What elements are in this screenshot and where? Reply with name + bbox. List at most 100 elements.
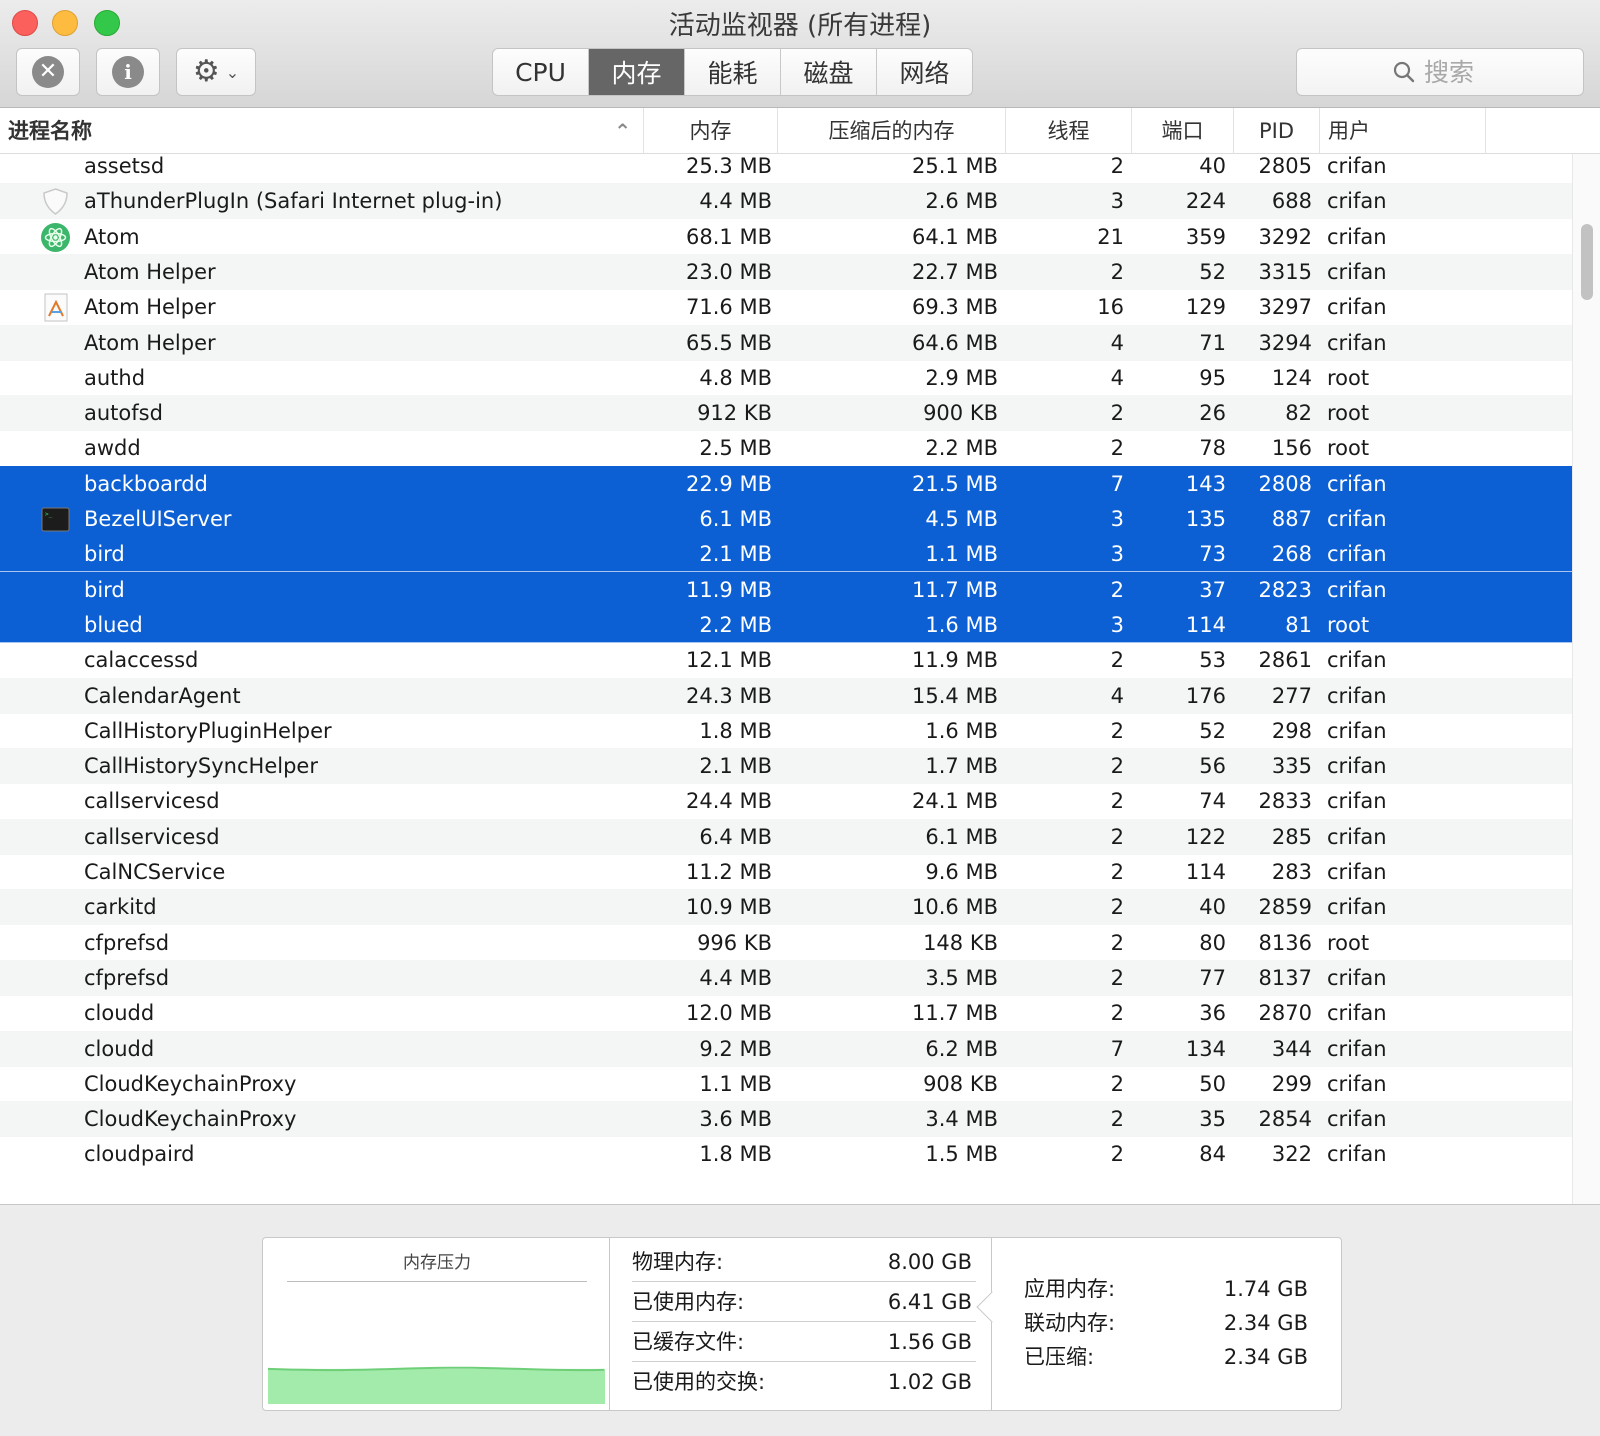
- table-row[interactable]: bird 2.1 MB 1.1 MB 3 73 268 crifan: [0, 536, 1572, 573]
- tab-memory[interactable]: 内存: [589, 49, 685, 95]
- table-row[interactable]: calaccessd 12.1 MB 11.9 MB 2 53 2861 crifan: [0, 642, 1572, 678]
- cell-user: crifan: [1327, 718, 1387, 743]
- table-row[interactable]: Atom 68.1 MB 64.1 MB 21 359 3292 crifan: [0, 219, 1572, 255]
- inspect-process-button[interactable]: i: [96, 48, 160, 96]
- table-row[interactable]: cloudd 9.2 MB 6.2 MB 7 134 344 crifan: [0, 1030, 1572, 1067]
- action-menu-button[interactable]: ⚙ ⌄: [176, 48, 256, 96]
- cell-ports: 122: [1185, 824, 1226, 849]
- app-memory-row: 应用内存: 1.74 GB: [1024, 1272, 1308, 1306]
- cell-name: callservicesd: [84, 789, 220, 814]
- search-field[interactable]: [1296, 48, 1584, 96]
- memory-summary-panel: 内存压力 物理内存: 8.00 GB 已使用内存: 6.41 GB 已缓存文件: 1.…: [0, 1204, 1600, 1436]
- column-header-compressed-memory[interactable]: 压缩后的内存: [778, 108, 1006, 154]
- cell-user: root: [1327, 612, 1370, 637]
- cell-pid: 3294: [1258, 330, 1312, 355]
- cell-name: cloudd: [84, 1036, 155, 1061]
- search-icon: [1393, 61, 1415, 83]
- table-row[interactable]: callservicesd 24.4 MB 24.1 MB 2 74 2833 crifan: [0, 783, 1572, 819]
- table-row[interactable]: bird 11.9 MB 11.7 MB 2 37 2823 crifan: [0, 571, 1572, 608]
- cell-cmem: 6.1 MB: [925, 824, 998, 849]
- cell-mem: 6.1 MB: [699, 507, 772, 531]
- cell-user: crifan: [1327, 189, 1387, 214]
- table-row[interactable]: callservicesd 6.4 MB 6.1 MB 2 122 285 crifan: [0, 818, 1572, 855]
- table-row[interactable]: CallHistorySyncHelper 2.1 MB 1.7 MB 2 56 335 c…: [0, 748, 1572, 785]
- cell-user: root: [1327, 930, 1370, 955]
- column-header-threads[interactable]: 线程: [1006, 108, 1132, 154]
- tab-disk[interactable]: 磁盘: [781, 49, 877, 95]
- gear-icon: ⚙: [192, 54, 220, 89]
- cell-mem: 6.4 MB: [699, 824, 772, 849]
- tab-energy[interactable]: 能耗: [685, 49, 781, 95]
- table-row[interactable]: Atom Helper 65.5 MB 64.6 MB 4 71 3294 crifan: [0, 324, 1572, 361]
- memory-pressure-section: 内存压力: [263, 1238, 610, 1410]
- cell-name: bird: [84, 577, 125, 602]
- table-row[interactable]: CallHistoryPluginHelper 1.8 MB 1.6 MB 2 52 29…: [0, 713, 1572, 749]
- table-row[interactable]: CloudKeychainProxy 3.6 MB 3.4 MB 2 35 2854 cri…: [0, 1101, 1572, 1138]
- table-row[interactable]: aThunderPlugIn (Safari Internet plug-in)…: [0, 183, 1572, 220]
- cell-name: CallHistoryPluginHelper: [84, 718, 332, 743]
- column-header-process-name[interactable]: 进程名称 ⌃: [8, 108, 644, 154]
- table-row[interactable]: cfprefsd 996 KB 148 KB 2 80 8136 root: [0, 925, 1572, 961]
- table-row[interactable]: cloudd 12.0 MB 11.7 MB 2 36 2870 crifan: [0, 995, 1572, 1031]
- cell-ports: 50: [1199, 1071, 1226, 1096]
- vertical-scrollbar[interactable]: [1572, 154, 1600, 1204]
- tab-network[interactable]: 网络: [877, 49, 972, 95]
- cell-cmem: 25.1 MB: [912, 154, 998, 178]
- cell-threads: 2: [1110, 965, 1124, 990]
- table-row[interactable]: backboardd 22.9 MB 21.5 MB 7 143 2808 crifan: [0, 465, 1572, 502]
- cell-name: CallHistorySyncHelper: [84, 754, 318, 779]
- cell-name: aThunderPlugIn (Safari Internet plug-in): [84, 189, 503, 214]
- column-header-pid[interactable]: PID: [1234, 108, 1320, 154]
- cell-user: crifan: [1327, 471, 1387, 496]
- column-header-memory[interactable]: 内存: [644, 108, 778, 154]
- column-header-ports[interactable]: 端口: [1132, 108, 1234, 154]
- table-row[interactable]: assetsd 25.3 MB 25.1 MB 2 40 2805 crifan: [0, 154, 1572, 184]
- memory-stats-list: 物理内存: 8.00 GB 已使用内存: 6.41 GB 已缓存文件: 1.56 GB…: [610, 1238, 992, 1410]
- stop-process-button[interactable]: ✕: [16, 48, 80, 96]
- cell-ports: 84: [1199, 1142, 1226, 1167]
- tab-cpu[interactable]: CPU: [493, 49, 589, 95]
- table-row[interactable]: CloudKeychainProxy 1.1 MB 908 KB 2 50 299 crif…: [0, 1066, 1572, 1102]
- column-header-user[interactable]: 用户: [1320, 108, 1486, 154]
- cell-ports: 52: [1199, 718, 1226, 743]
- cell-mem: 22.9 MB: [686, 471, 772, 496]
- cell-name: BezelUIServer: [84, 507, 232, 531]
- document-app-icon: [40, 292, 71, 323]
- table-row[interactable]: cloudpaird 1.8 MB 1.5 MB 2 84 322 crifan: [0, 1136, 1572, 1172]
- swap-used-row: 已使用的交换: 1.02 GB: [632, 1362, 976, 1402]
- cell-cmem: 2.2 MB: [925, 436, 998, 461]
- search-input[interactable]: [1424, 57, 1488, 87]
- cell-pid: 2859: [1258, 895, 1312, 920]
- table-row[interactable]: Atom Helper 71.6 MB 69.3 MB 16 129 3297 crifan: [0, 289, 1572, 325]
- cell-user: crifan: [1327, 1107, 1387, 1132]
- used-memory-label: 已使用内存:: [632, 1290, 745, 1314]
- memory-pressure-title: 内存压力: [287, 1248, 587, 1282]
- table-row[interactable]: awdd 2.5 MB 2.2 MB 2 78 156 root: [0, 430, 1572, 466]
- cell-pid: 2854: [1258, 1107, 1312, 1132]
- cell-mem: 4.8 MB: [699, 365, 772, 390]
- cell-ports: 224: [1185, 189, 1226, 214]
- cell-mem: 23.0 MB: [686, 259, 772, 284]
- cell-cmem: 3.4 MB: [925, 1107, 998, 1132]
- table-row[interactable]: blued 2.2 MB 1.6 MB 3 114 81 root: [0, 606, 1572, 643]
- scrollbar-thumb[interactable]: [1581, 224, 1593, 300]
- cell-cmem: 11.7 MB: [912, 1001, 998, 1026]
- cell-threads: 3: [1110, 507, 1124, 531]
- memory-stats-box: 内存压力 物理内存: 8.00 GB 已使用内存: 6.41 GB 已缓存文件: 1.…: [262, 1237, 1342, 1411]
- cell-name: backboardd: [84, 471, 208, 496]
- table-row[interactable]: cfprefsd 4.4 MB 3.5 MB 2 77 8137 crifan: [0, 959, 1572, 996]
- table-row[interactable]: CalNCService 11.2 MB 9.6 MB 2 114 283 crifan: [0, 854, 1572, 890]
- cell-ports: 114: [1185, 860, 1226, 884]
- cell-ports: 40: [1199, 895, 1226, 920]
- app-memory-label: 应用内存:: [1024, 1277, 1116, 1301]
- table-row[interactable]: autofsd 912 KB 900 KB 2 26 82 root: [0, 395, 1572, 432]
- table-row[interactable]: Atom Helper 23.0 MB 22.7 MB 2 52 3315 crifan: [0, 253, 1572, 290]
- cell-user: crifan: [1327, 295, 1387, 320]
- cell-threads: 2: [1110, 860, 1124, 884]
- cell-user: crifan: [1327, 154, 1387, 178]
- table-row[interactable]: >_ BezelUIServer 6.1 MB 4.5 MB 3 135 887 crifan: [0, 501, 1572, 537]
- cell-mem: 2.5 MB: [699, 436, 772, 461]
- table-row[interactable]: CalendarAgent 24.3 MB 15.4 MB 4 176 277 crifan: [0, 677, 1572, 714]
- table-row[interactable]: authd 4.8 MB 2.9 MB 4 95 124 root: [0, 360, 1572, 396]
- table-row[interactable]: carkitd 10.9 MB 10.6 MB 2 40 2859 crifan: [0, 889, 1572, 926]
